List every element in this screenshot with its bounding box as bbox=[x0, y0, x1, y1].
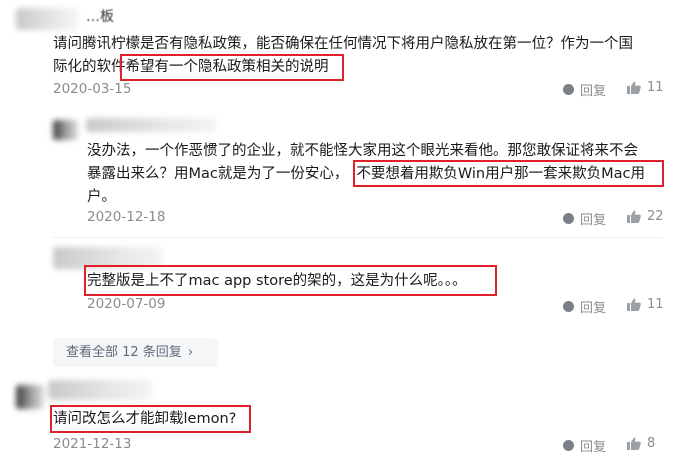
reply-label: 回复 bbox=[580, 84, 607, 99]
highlight-box-1 bbox=[120, 54, 344, 81]
comment-2-like-button[interactable]: 8 bbox=[627, 436, 655, 451]
thumbs-up-icon bbox=[627, 298, 641, 311]
comment-1-like-button[interactable]: 11 bbox=[627, 80, 664, 95]
reply-icon bbox=[563, 84, 574, 95]
view-all-label: 查看全部 12 条回复 bbox=[66, 345, 182, 360]
reply-2-reply-button[interactable]: 回复 bbox=[563, 297, 606, 316]
reply-1-text-line2a: 暴露出来么？用Mac就是为了一份安心， bbox=[87, 166, 349, 182]
avatar-blurred bbox=[16, 385, 44, 409]
highlight-box-4 bbox=[50, 405, 251, 433]
reply-1-date: 2020-12-18 bbox=[87, 209, 166, 225]
comment-1-text-line2a: 际化的软件 bbox=[53, 59, 126, 75]
reply-icon bbox=[563, 440, 574, 451]
reply-2-like-button[interactable]: 11 bbox=[627, 297, 664, 312]
reply-1-like-button[interactable]: 22 bbox=[627, 209, 664, 224]
comment-1-username[interactable]: …板 bbox=[86, 6, 114, 26]
view-all-replies-button[interactable]: 查看全部 12 条回复 › bbox=[53, 338, 218, 367]
avatar-blurred bbox=[53, 120, 78, 140]
chevron-right-icon: › bbox=[187, 345, 194, 360]
reply-icon bbox=[563, 301, 574, 312]
comment-2-reply-button[interactable]: 回复 bbox=[563, 436, 606, 455]
thumbs-up-icon bbox=[627, 210, 641, 223]
thumbs-up-icon bbox=[627, 437, 641, 450]
reply-label: 回复 bbox=[580, 213, 607, 228]
username-blurred bbox=[48, 380, 152, 400]
comment-1-text-line1: 请问腾讯柠檬是否有隐私政策，能否确保在任何情况下将用户隐私放在第一位？作为一个国 bbox=[53, 36, 633, 52]
avatar-blurred bbox=[16, 8, 78, 30]
like-count: 22 bbox=[647, 209, 664, 224]
reply-divider bbox=[53, 237, 663, 238]
reply-2-date: 2020-07-09 bbox=[87, 296, 166, 312]
like-count: 11 bbox=[647, 297, 664, 312]
reply-label: 回复 bbox=[580, 440, 607, 455]
reply-label: 回复 bbox=[580, 301, 607, 316]
reply-icon bbox=[563, 213, 574, 224]
reply-1-reply-button[interactable]: 回复 bbox=[563, 209, 606, 228]
like-count: 11 bbox=[647, 80, 664, 95]
comment-1-reply-button[interactable]: 回复 bbox=[563, 80, 606, 99]
like-count: 8 bbox=[647, 436, 656, 451]
highlight-box-3 bbox=[84, 265, 497, 296]
reply-1-text-line3: 户。 bbox=[87, 189, 116, 205]
username-blurred bbox=[86, 118, 216, 132]
highlight-box-2 bbox=[353, 160, 664, 187]
comment-1-date: 2020-03-15 bbox=[53, 81, 132, 97]
thumbs-up-icon bbox=[627, 81, 641, 94]
